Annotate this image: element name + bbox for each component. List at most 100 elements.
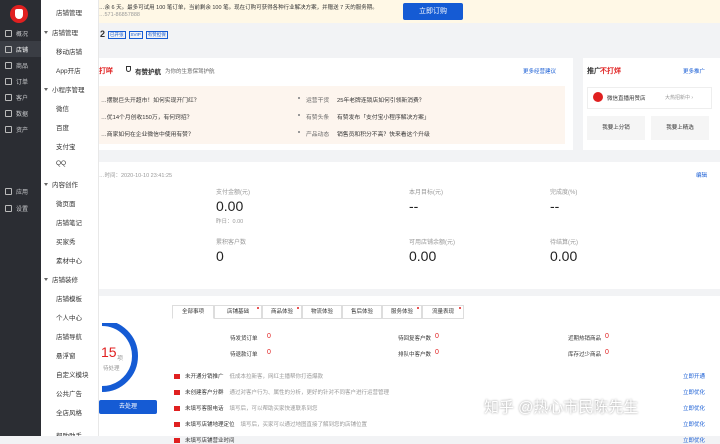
nav-item-0[interactable]: 概况 (0, 25, 41, 41)
counter-value[interactable]: 0 (435, 349, 439, 356)
promo-left-item[interactable]: …商家如何在企业微信中使用有赞？ (101, 129, 194, 138)
tab-dot (257, 307, 259, 309)
counter-value[interactable]: 0 (435, 333, 439, 340)
subnav-item[interactable]: 店铺笔记 (56, 217, 82, 227)
bullet-icon (298, 114, 300, 116)
tab-2[interactable]: 商品体验 (262, 305, 302, 319)
nav-item-label: 设置 (16, 206, 29, 213)
subnav-item[interactable]: 自定义模块 (56, 369, 89, 379)
nav-item-label: 资产 (16, 127, 29, 134)
nav-1-icon (5, 45, 12, 53)
chevron-down-icon (44, 182, 48, 186)
tab-dot (459, 307, 461, 309)
subnav-item[interactable]: 买家秀 (56, 236, 76, 246)
promo-left-item[interactable]: …优14个月创收150万，有何窍招？ (101, 112, 192, 121)
nav-item-label: 店铺 (16, 47, 29, 54)
nav-item-3[interactable]: 订单 (0, 73, 41, 89)
subnav-item[interactable]: 移动店铺 (56, 46, 82, 56)
stat-label: 本月目标(元) (409, 190, 443, 196)
tab-6[interactable]: 流量表现 (422, 305, 464, 319)
subnav-item[interactable]: 百度 (56, 122, 69, 132)
todo-desc: 通过对客户行为、属性的分析，更好的针对不同客户进行运营管理 (229, 390, 390, 396)
todo-desc: 填写后，买家可以通过地图直接了解到您的店铺位置 (240, 422, 368, 428)
tab-0[interactable]: 全部事项 (172, 305, 214, 319)
counter-value[interactable]: 0 (605, 333, 609, 340)
selection-button[interactable]: 我要上精选 (651, 116, 709, 140)
promo-right-item[interactable]: 销售员和积分不高？快来看这个升级 (337, 129, 430, 138)
process-button[interactable]: 去处理 (99, 400, 157, 414)
promo-right-item[interactable]: 有赞发布「支付宝小程序解决方案」 (337, 112, 430, 121)
counter-value[interactable]: 0 (267, 349, 271, 356)
nav-item-2[interactable]: 商品 (0, 57, 41, 73)
watermark: 知乎 @热心市民陈先生 (484, 399, 639, 416)
subnav-group-1[interactable]: 小程序管理 (44, 84, 85, 94)
nav-item-8[interactable]: 设置 (0, 200, 41, 216)
subnav-item[interactable]: 微页面 (56, 198, 76, 208)
subnav-item[interactable]: 帮助助手 (56, 430, 82, 436)
distribution-button[interactable]: 我要上分销 (587, 116, 645, 140)
tab-1[interactable]: 店铺基础 (214, 305, 262, 319)
promo-right-item[interactable]: 25年老牌连锁店如何引领新消费？ (337, 95, 425, 104)
subnav-item[interactable]: 素材中心 (56, 255, 82, 265)
stat-label: 可用店铺余额(元) (409, 240, 455, 246)
tab-4[interactable]: 售后体验 (342, 305, 382, 319)
nav-8-icon (5, 204, 12, 212)
subnav-group-0[interactable]: 店铺管理 (44, 27, 78, 37)
counter-label[interactable]: 排队中客户数 (398, 350, 431, 358)
ad-panel: 推广 不打烊 更多推广 微信直播用赞店 大热招新中 › 我要上分销 我要上精选 (583, 58, 720, 150)
counter-label[interactable]: 近期热销商品 (568, 334, 601, 342)
subnav-group-2[interactable]: 内容创作 (44, 179, 78, 189)
live-banner[interactable] (587, 87, 712, 109)
subnav-item[interactable]: 支付宝 (56, 141, 76, 151)
subnav-item[interactable]: 个人中心 (56, 312, 82, 322)
tab-label: 流量表现 (431, 309, 454, 315)
subnav-item[interactable]: 悬浮窗 (56, 350, 76, 360)
subscribe-button[interactable]: 立即订购 (403, 3, 463, 20)
more-promo-link[interactable]: 更多推广 (683, 67, 705, 75)
todo-title: 未创建客户分群 (185, 390, 224, 396)
counter-label[interactable]: 待回复客户数 (398, 334, 431, 342)
subnav-item[interactable]: 全店风格 (56, 407, 82, 417)
subnav-item[interactable]: 公共广告 (56, 388, 82, 398)
counter-value[interactable]: 0 (267, 333, 271, 340)
subnav-item[interactable]: QQ (56, 160, 66, 167)
live-icon (593, 92, 603, 102)
more-advice-link[interactable]: 更多经营建议 (523, 67, 556, 75)
promo-left-item[interactable]: …摆脱巨头开超市！如何实现开门红？ (101, 95, 200, 104)
tab-label: 服务体验 (390, 309, 413, 315)
stat-label: 支付金额(元) (216, 190, 250, 196)
nav-item-4[interactable]: 客户 (0, 89, 41, 105)
subnav-top[interactable]: 店铺管理 (56, 7, 82, 17)
todo-action[interactable]: 立即优化 (683, 388, 705, 396)
todo-action[interactable]: 立即优化 (683, 404, 705, 412)
nav-item-7[interactable]: 应用 (0, 183, 41, 199)
counter-label[interactable]: 待退款订单 (230, 350, 258, 358)
flag-icon (174, 405, 180, 411)
flag-icon (174, 421, 180, 427)
tab-5[interactable]: 服务体验 (382, 305, 422, 319)
nav-item-5[interactable]: 数据 (0, 105, 41, 121)
status-badge: SVIP (128, 31, 143, 39)
todo-action[interactable]: 立即优化 (683, 436, 705, 444)
counter-label[interactable]: 待发货订单 (230, 334, 258, 342)
brand-logo[interactable] (10, 5, 28, 23)
subnav-item[interactable]: 店铺导航 (56, 331, 82, 341)
todo-action[interactable]: 立即优化 (683, 420, 705, 428)
edit-link[interactable]: 编辑 (696, 171, 707, 179)
counter-value[interactable]: 0 (605, 349, 609, 356)
nav-2-icon (5, 61, 12, 69)
bullet-icon (298, 131, 300, 133)
nav-item-1[interactable]: 店铺 (0, 41, 41, 57)
subnav-item[interactable]: 店铺模板 (56, 293, 82, 303)
promo-tag: 有赞头条 (306, 115, 330, 121)
counter-label[interactable]: 库存过少商品 (568, 350, 601, 358)
flag-icon (174, 373, 180, 379)
nav-item-6[interactable]: 资产 (0, 121, 41, 137)
todo-action[interactable]: 立即开通 (683, 372, 705, 380)
subnav-item[interactable]: 微信 (56, 103, 69, 113)
nav-0-icon (5, 29, 12, 37)
subnav-group-3[interactable]: 店铺装修 (44, 274, 78, 284)
tab-label: 全部事项 (181, 309, 204, 315)
tab-3[interactable]: 物流体验 (302, 305, 342, 319)
subnav-item[interactable]: App开店 (56, 65, 81, 75)
